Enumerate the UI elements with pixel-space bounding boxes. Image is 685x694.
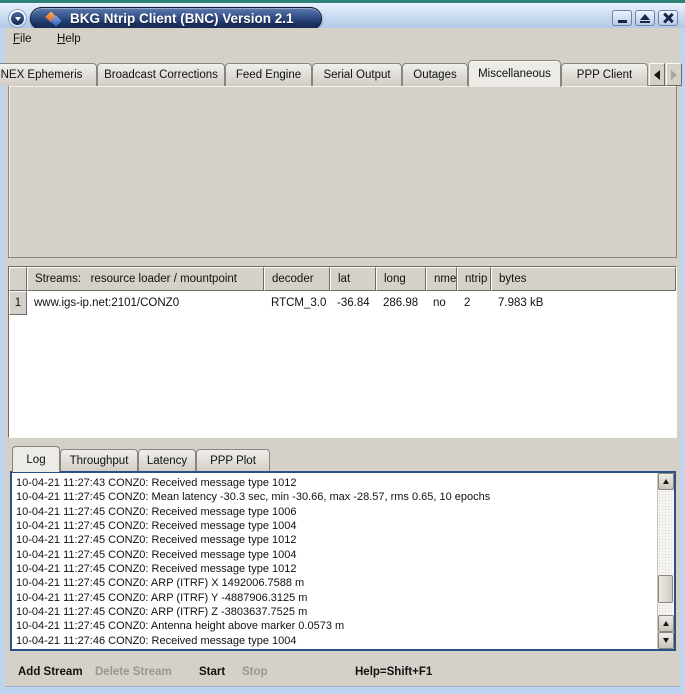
tab-miscellaneous[interactable]: Miscellaneous xyxy=(468,60,561,87)
triangle-down-icon xyxy=(663,638,669,643)
streams-table: Streams: resource loader / mountpoint de… xyxy=(8,266,677,438)
cell-decoder: RTCM_3.0 xyxy=(264,291,330,315)
tab-log[interactable]: Log xyxy=(12,446,60,472)
cell-bytes: 7.983 kB xyxy=(491,291,676,315)
table-row[interactable]: 1 www.igs-ip.net:2101/CONZ0 RTCM_3.0 -36… xyxy=(9,291,676,315)
miscellaneous-panel xyxy=(8,85,677,258)
maximize-icon xyxy=(640,14,650,23)
tab-feed-engine[interactable]: Feed Engine xyxy=(225,63,312,86)
row-number: 1 xyxy=(9,291,27,315)
triangle-right-icon xyxy=(671,70,677,80)
cell-lat: -36.84 xyxy=(330,291,376,315)
scrollbar-thumb[interactable] xyxy=(658,575,673,603)
titlebar[interactable]: BKG Ntrip Client (BNC) Version 2.1 xyxy=(0,3,685,28)
close-icon xyxy=(663,13,673,23)
stop-button: Stop xyxy=(242,666,268,678)
log-line: 10-04-21 11:27:45 CONZ0: Received messag… xyxy=(16,548,657,562)
cell-stream: www.igs-ip.net:2101/CONZ0 xyxy=(27,291,264,315)
scroll-down-button[interactable] xyxy=(658,632,674,649)
log-scrollbar[interactable] xyxy=(657,473,674,649)
minimize-icon xyxy=(618,20,627,23)
chevron-down-icon xyxy=(15,17,21,21)
column-header-decoder[interactable]: decoder xyxy=(264,267,330,291)
tab-rinex-ephemeris[interactable]: NEX Ephemeris xyxy=(0,63,97,86)
cell-nmea: no xyxy=(426,291,457,315)
triangle-up-icon xyxy=(663,621,669,626)
column-header-streams[interactable]: Streams: resource loader / mountpoint xyxy=(27,267,264,291)
tab-throughput[interactable]: Throughput xyxy=(60,449,138,472)
table-header-row: Streams: resource loader / mountpoint de… xyxy=(9,267,676,291)
log-line: 10-04-21 11:27:45 CONZ0: ARP (ITRF) X 14… xyxy=(16,576,657,590)
log-line: 10-04-21 11:27:45 CONZ0: Received messag… xyxy=(16,519,657,533)
scroll-up-button-bottom[interactable] xyxy=(658,615,674,632)
log-line: 10-04-21 11:27:45 CONZ0: ARP (ITRF) Z -3… xyxy=(16,605,657,619)
log-line: 10-04-21 11:27:45 CONZ0: Received messag… xyxy=(16,562,657,576)
scrollbar-track[interactable] xyxy=(658,490,674,615)
log-lines: 10-04-21 11:27:43 CONZ0: Received messag… xyxy=(12,473,657,649)
close-button[interactable] xyxy=(658,10,678,26)
help-shortcut-label: Help=Shift+F1 xyxy=(355,666,432,678)
table-corner-cell xyxy=(9,267,27,291)
column-header-nmea[interactable]: nmea xyxy=(426,267,457,291)
log-line: 10-04-21 11:27:45 CONZ0: Received messag… xyxy=(16,505,657,519)
log-line: 10-04-21 11:27:45 CONZ0: Received messag… xyxy=(16,533,657,547)
column-header-bytes[interactable]: bytes xyxy=(491,267,676,291)
delete-stream-button: Delete Stream xyxy=(95,666,172,678)
log-line: 10-04-21 11:27:46 CONZ0: Received messag… xyxy=(16,634,657,648)
tab-broadcast-corrections[interactable]: Broadcast Corrections xyxy=(97,63,225,86)
window-menu-circle xyxy=(11,12,24,25)
menu-help[interactable]: Help xyxy=(57,33,81,49)
minimize-button[interactable] xyxy=(612,10,632,26)
log-text-area[interactable]: 10-04-21 11:27:43 CONZ0: Received messag… xyxy=(10,471,676,651)
column-header-ntrip[interactable]: ntrip xyxy=(457,267,491,291)
cell-long: 286.98 xyxy=(376,291,426,315)
tab-latency[interactable]: Latency xyxy=(138,449,196,472)
triangle-up-icon xyxy=(663,479,669,484)
triangle-left-icon xyxy=(654,70,660,80)
maximize-button[interactable] xyxy=(635,10,655,26)
column-header-long[interactable]: long xyxy=(376,267,426,291)
add-stream-button[interactable]: Add Stream xyxy=(18,666,83,678)
tab-scroll-left-button[interactable] xyxy=(649,63,665,86)
log-line: 10-04-21 11:27:45 CONZ0: Mean latency -3… xyxy=(16,490,657,504)
start-button[interactable]: Start xyxy=(199,666,225,678)
tab-serial-output[interactable]: Serial Output xyxy=(312,63,402,86)
scroll-up-button[interactable] xyxy=(658,473,674,490)
menu-file[interactable]: File xyxy=(13,33,32,49)
bnc-app-icon xyxy=(46,11,62,27)
tab-ppp-plot[interactable]: PPP Plot xyxy=(196,449,270,472)
cell-ntrip: 2 xyxy=(457,291,491,315)
column-header-lat[interactable]: lat xyxy=(330,267,376,291)
tab-ppp-client[interactable]: PPP Client xyxy=(561,63,648,86)
window-title: BKG Ntrip Client (BNC) Version 2.1 xyxy=(70,11,294,26)
log-line: 10-04-21 11:27:43 CONZ0: Received messag… xyxy=(16,476,657,490)
window-menu-button[interactable] xyxy=(8,9,27,28)
tab-scroll-right-button xyxy=(666,63,682,86)
titlebar-capsule: BKG Ntrip Client (BNC) Version 2.1 xyxy=(30,7,322,30)
log-line: 10-04-21 11:27:45 CONZ0: Antenna height … xyxy=(16,619,657,633)
log-line: 10-04-21 11:27:45 CONZ0: ARP (ITRF) Y -4… xyxy=(16,591,657,605)
tab-outages[interactable]: Outages xyxy=(402,63,468,86)
